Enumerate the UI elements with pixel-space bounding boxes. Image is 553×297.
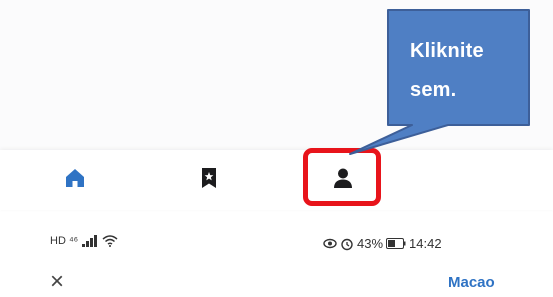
status-bar: HD ⁴⁶ 43% 14:42	[0, 232, 553, 256]
status-left-group: HD ⁴⁶	[50, 235, 118, 247]
wifi-icon	[102, 235, 118, 247]
callout-text-line-1: Kliknite	[410, 40, 484, 62]
callout-text-line-2: sem.	[410, 79, 457, 101]
network-indicator: HD ⁴⁶	[50, 235, 79, 247]
alarm-icon	[341, 238, 353, 250]
eye-comfort-icon	[323, 238, 337, 249]
battery-percent: 43%	[357, 236, 384, 251]
battery-icon	[386, 238, 406, 249]
close-icon[interactable]: ×	[50, 270, 64, 294]
clock-time: 14:42	[409, 236, 442, 251]
status-right-group: 43% 14:42	[323, 236, 442, 251]
signal-icon	[82, 235, 98, 247]
header-row: × Macao	[0, 268, 553, 297]
location-label[interactable]: Macao	[448, 274, 495, 291]
